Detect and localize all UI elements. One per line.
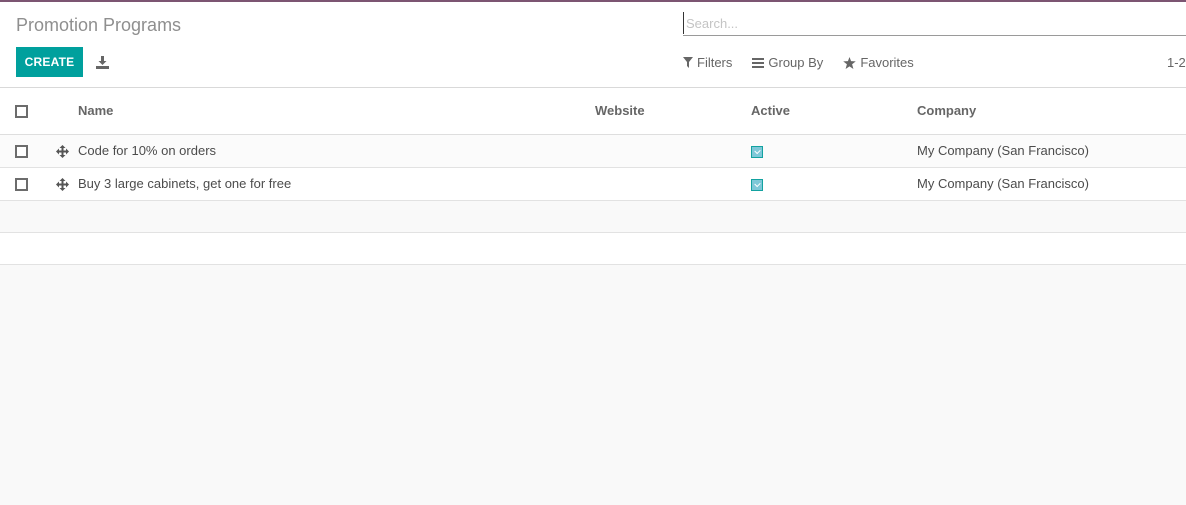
filter-icon [683, 57, 693, 68]
drag-handle-icon[interactable] [56, 178, 69, 192]
row-checkbox[interactable] [15, 178, 28, 192]
search-input[interactable] [683, 12, 1186, 34]
search-options: Filters Group By Favorites [683, 55, 934, 70]
table-header-row: Name Website Active Company [0, 88, 1186, 135]
page-title: Promotion Programs [16, 15, 182, 35]
column-header-website[interactable]: Website [595, 88, 751, 135]
promotion-programs-table: Name Website Active Company Code for 10%… [0, 88, 1186, 265]
favorites-label: Favorites [860, 55, 914, 70]
empty-row [0, 232, 1186, 265]
column-header-name[interactable]: Name [76, 88, 595, 135]
filters-label: Filters [697, 55, 733, 70]
star-icon [843, 56, 857, 69]
column-header-company[interactable]: Company [916, 88, 1186, 135]
cell-company: My Company (San Francisco) [916, 134, 1186, 168]
cell-company: My Company (San Francisco) [916, 167, 1186, 201]
control-panel: Promotion Programs CREATE Filters Group … [0, 2, 1186, 88]
table-row[interactable]: Code for 10% on orders My Company (San F… [0, 134, 1186, 168]
empty-row [0, 200, 1186, 233]
select-all-checkbox[interactable] [15, 105, 28, 119]
search-bar [683, 12, 1186, 36]
bars-icon [752, 57, 765, 68]
group-by-button[interactable]: Group By [752, 55, 823, 70]
column-header-active[interactable]: Active [751, 88, 916, 135]
active-checkbox-checked [751, 145, 763, 158]
table-row[interactable]: Buy 3 large cabinets, get one for free M… [0, 167, 1186, 201]
drag-handle-icon[interactable] [56, 145, 69, 159]
create-button[interactable]: CREATE [16, 47, 83, 77]
select-all-cell [0, 88, 56, 135]
download-icon[interactable] [94, 54, 110, 70]
cell-website [595, 134, 751, 168]
cell-name: Code for 10% on orders [76, 134, 595, 168]
group-by-label: Group By [768, 55, 824, 70]
cell-name: Buy 3 large cabinets, get one for free [76, 167, 595, 201]
favorites-button[interactable]: Favorites [843, 55, 914, 70]
row-checkbox[interactable] [15, 145, 28, 159]
cell-website [595, 167, 751, 201]
filters-button[interactable]: Filters [683, 55, 732, 70]
active-checkbox-checked [751, 178, 763, 191]
pager-value[interactable]: 1-2 [1167, 55, 1186, 70]
